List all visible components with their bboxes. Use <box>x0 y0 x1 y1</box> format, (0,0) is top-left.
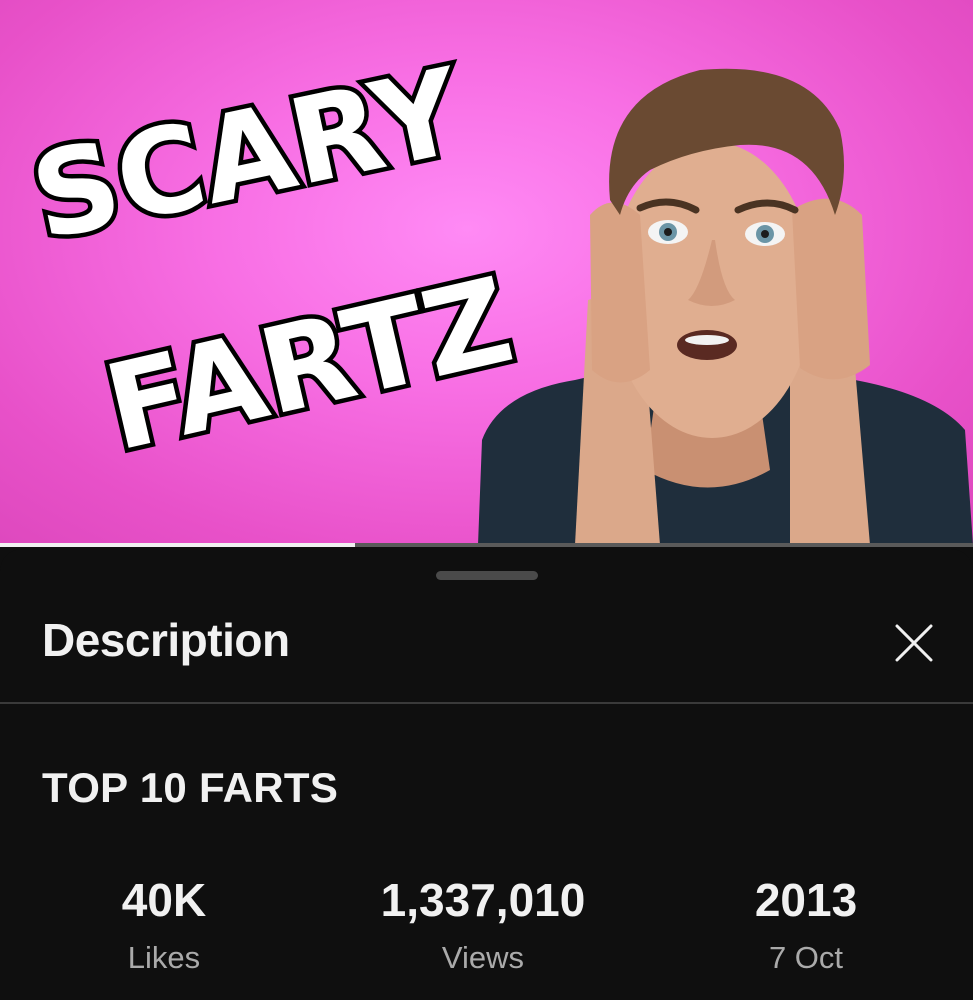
stat-views: 1,337,010 Views <box>381 874 586 978</box>
likes-count: 40K <box>121 874 207 926</box>
thumbnail-text-scary: SCARY <box>21 42 475 267</box>
stat-likes: 40K Likes <box>122 874 206 978</box>
likes-label: Likes <box>127 940 201 975</box>
thumbnail-text-fartz: FARTZ <box>93 251 524 478</box>
video-title: TOP 10 FARTS <box>42 764 339 811</box>
header-divider <box>0 702 973 704</box>
views-label: Views <box>441 940 525 975</box>
close-icon <box>895 624 933 662</box>
video-stats: 40K Likes 1,337,010 Views 2013 7 Oct <box>0 874 973 984</box>
video-thumbnail: SCARY FARTZ <box>16 37 973 545</box>
sheet-title: Description <box>42 614 290 666</box>
thumbnail-right-hand <box>792 198 870 380</box>
stat-date: 2013 7 Oct <box>755 874 857 978</box>
video-progress-fill <box>0 543 356 547</box>
publish-date: 7 Oct <box>768 940 844 975</box>
sheet-drag-handle[interactable] <box>436 571 538 580</box>
publish-year: 2013 <box>754 874 858 926</box>
close-button[interactable] <box>888 617 940 669</box>
views-count: 1,337,010 <box>380 874 586 926</box>
video-player[interactable]: SCARY FARTZ <box>0 0 973 545</box>
video-progress-bar[interactable] <box>0 543 973 547</box>
description-sheet: Description TOP 10 FARTS 40K Likes 1,337… <box>0 549 973 1000</box>
